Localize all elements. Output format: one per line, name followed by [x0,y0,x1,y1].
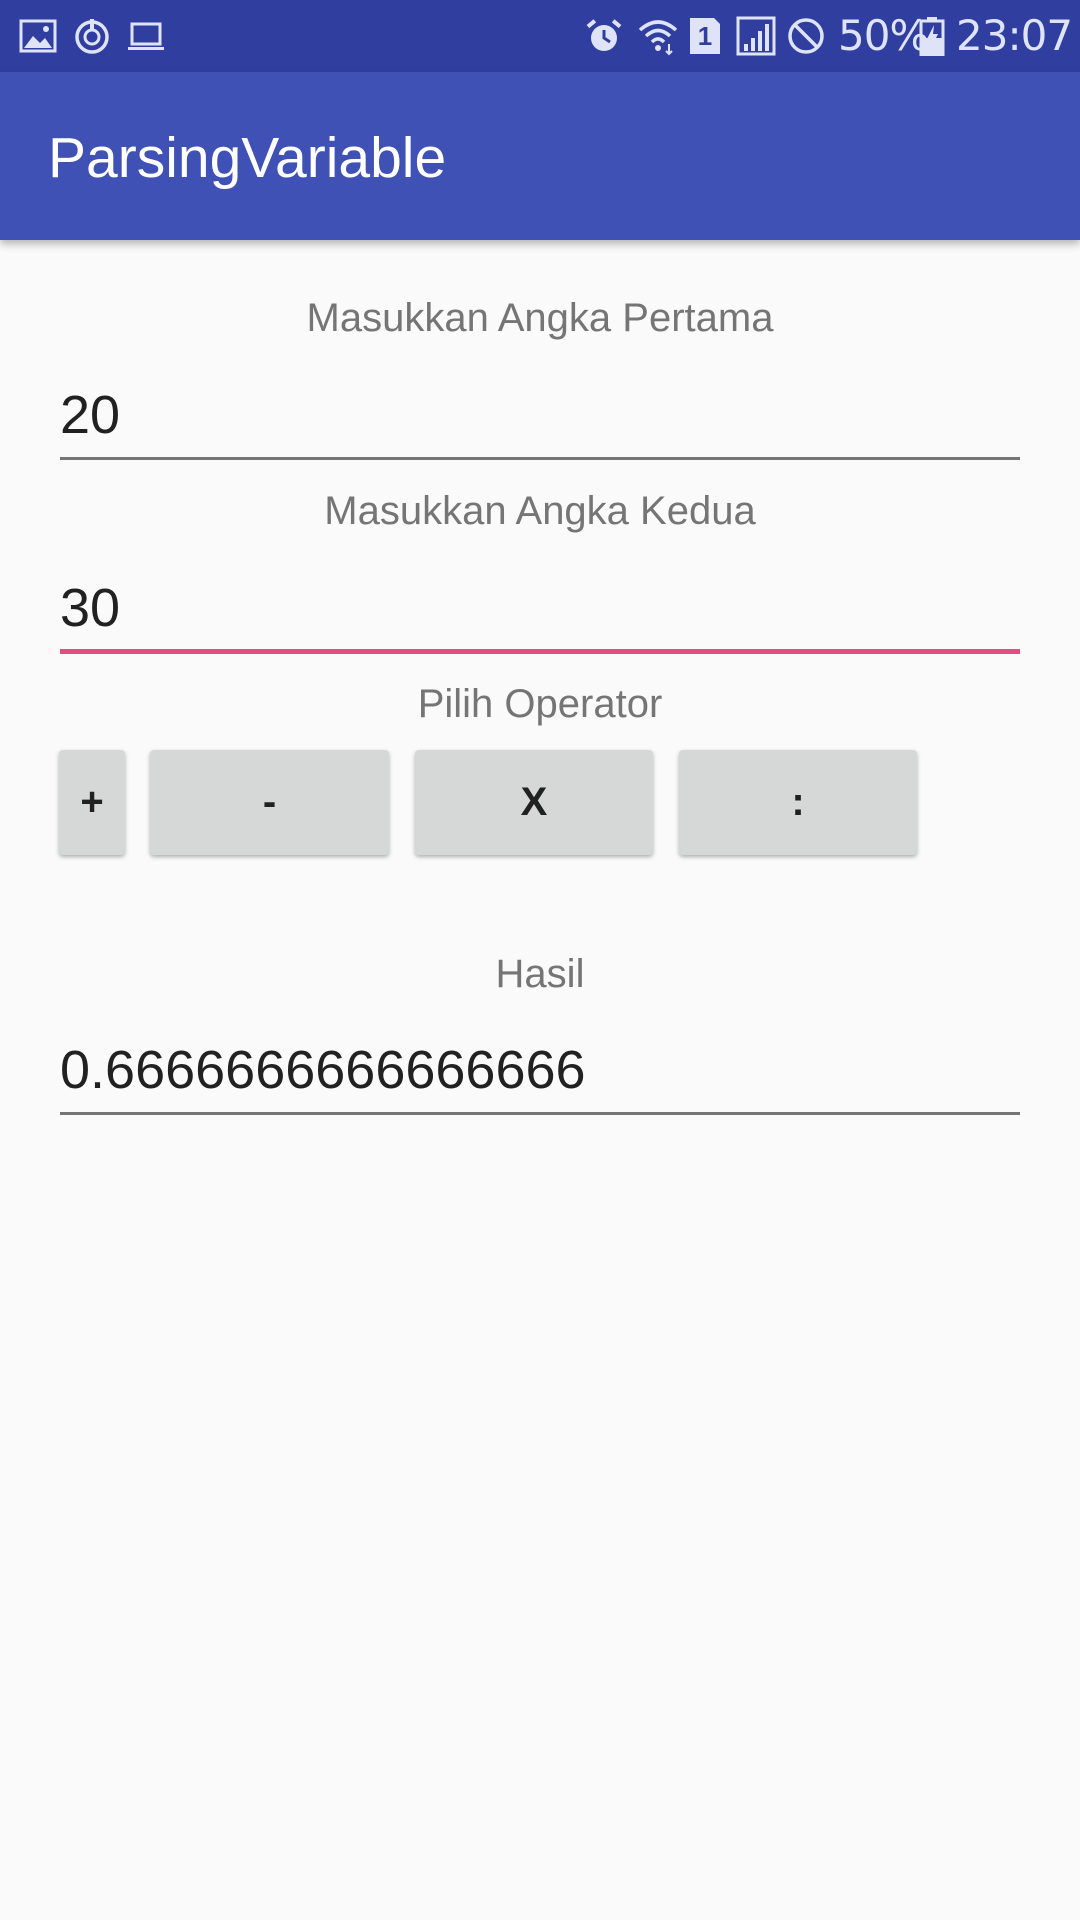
image-icon [18,16,58,56]
second-number-label: Masukkan Angka Kedua [324,489,756,533]
add-button[interactable]: + [59,750,125,855]
first-number-underline [60,457,1020,460]
app-title: ParsingVariable [48,126,447,190]
signal-icon [736,16,776,56]
first-number-value: 20 [60,385,121,445]
alarm-icon [584,16,624,56]
divide-button[interactable]: : [679,750,917,855]
do-not-disturb-icon [786,16,826,56]
clock: 23:07 [956,11,1073,60]
laptop-icon [126,16,166,56]
subtract-button[interactable]: - [150,750,389,855]
operator-label: Pilih Operator [417,682,663,726]
sync-icon [72,16,112,56]
second-number-value: 30 [60,578,121,638]
multiply-button[interactable]: X [415,750,653,855]
result-field[interactable]: 0.6666666666666666 [60,1035,1020,1115]
wifi-icon [638,16,678,56]
second-number-underline [60,649,1020,654]
battery-percent: 50% [838,11,929,60]
sim-1-icon: 1 [686,16,724,56]
battery-charging-icon [918,16,946,56]
first-number-field[interactable]: 20 [60,380,1020,460]
result-underline [60,1112,1020,1115]
sim-slot-label: 1 [697,21,713,51]
first-number-label: Masukkan Angka Pertama [306,296,774,340]
status-bar: 1 50% 23:07 [0,0,1080,72]
second-number-field[interactable]: 30 [60,573,1020,654]
result-label: Hasil [495,952,585,996]
result-value: 0.6666666666666666 [60,1040,586,1100]
app-bar: ParsingVariable [0,72,1080,240]
